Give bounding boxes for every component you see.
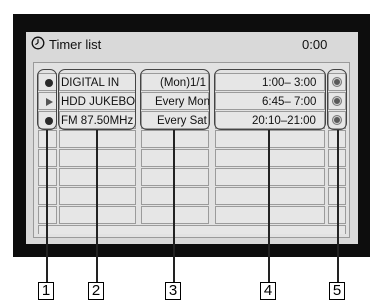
callout-2: 2: [88, 282, 104, 300]
table-cell: [38, 130, 57, 148]
table-cell: [59, 149, 136, 167]
table-cell: [59, 168, 136, 186]
table-cell: [141, 206, 209, 224]
date-column-outline: [140, 69, 210, 130]
table-cell: [215, 187, 325, 205]
table-cell: [141, 130, 209, 148]
table-cell: [38, 206, 57, 224]
table-cell: [215, 149, 325, 167]
callout-4: 4: [260, 282, 276, 300]
table-cell: [38, 187, 57, 205]
table-cell: [59, 187, 136, 205]
table-cell: [141, 149, 209, 167]
callout-5: 5: [329, 282, 345, 300]
table-cell: [215, 206, 325, 224]
table-cell: [141, 168, 209, 186]
table-cell: [38, 149, 57, 167]
callout-3: 3: [165, 282, 181, 300]
title-bar: Timer list 0:00: [26, 32, 358, 56]
table-cell: [141, 187, 209, 205]
callout-1: 1: [38, 282, 54, 300]
table-cell: [215, 168, 325, 186]
table-cell: [59, 130, 136, 148]
table-cell: [38, 168, 57, 186]
callout-leader: [337, 130, 339, 282]
callout-leader: [173, 130, 175, 282]
callout-leader: [46, 130, 48, 282]
table-cell: [215, 130, 325, 148]
time-column-outline: [214, 69, 326, 130]
end-column-outline: [327, 69, 347, 130]
table-cell: [38, 225, 346, 234]
source-column-outline: [58, 69, 136, 130]
table-cell: [59, 206, 136, 224]
callout-leader: [268, 130, 270, 282]
page-title: Timer list: [49, 37, 102, 52]
current-time: 0:00: [302, 37, 328, 52]
clock-icon: [31, 36, 45, 50]
callout-leader: [96, 130, 98, 282]
status-column-outline: [37, 69, 57, 130]
